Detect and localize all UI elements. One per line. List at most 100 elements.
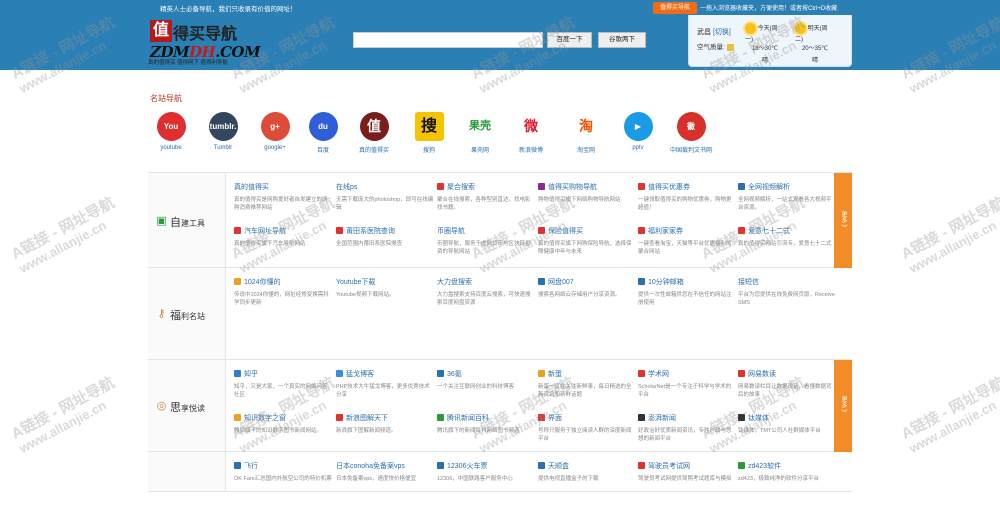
item-title-text[interactable]: 知乎 <box>244 371 258 378</box>
item-title[interactable]: 界面 <box>538 414 636 424</box>
item-title-text[interactable]: 值得买购物导航 <box>548 184 597 191</box>
item-title-text[interactable]: 钛媒体 <box>748 415 769 422</box>
item-title-text[interactable]: 飞行 <box>244 463 258 470</box>
category-item[interactable]: 值得买优惠券 一键领取值得买的购物优惠券，购物更超值！ <box>638 183 736 227</box>
nav-button[interactable]: 值得买导航 <box>653 2 697 14</box>
item-title-text[interactable]: 汽车网址导航 <box>244 228 286 235</box>
item-title-text[interactable]: 12306火车票 <box>447 463 487 470</box>
item-title-text[interactable]: 界面 <box>548 415 562 422</box>
site-link-4[interactable]: 值真的值得买 <box>351 112 397 154</box>
item-title-text[interactable]: 猛戈博客 <box>346 371 374 378</box>
item-title[interactable]: 全网视频解析 <box>738 183 836 193</box>
item-title-text[interactable]: 知识数字之窗 <box>244 415 286 422</box>
site-link-9[interactable]: ▶ pptv <box>615 112 661 151</box>
category-item[interactable]: 值得买购物导航 购物值得买旗下网络购物导航网站 <box>538 183 636 227</box>
item-title[interactable]: 36氪 <box>437 370 535 380</box>
item-title[interactable]: zd423软件 <box>738 462 836 472</box>
item-title[interactable]: 猛戈博客 <box>336 370 434 380</box>
item-title[interactable]: 币圈导航 <box>437 227 535 237</box>
item-title-text[interactable]: 澎湃新闻 <box>648 415 676 422</box>
item-title-text[interactable]: 真的值得买 <box>234 184 269 191</box>
item-title[interactable]: 汽车网址导航 <box>234 227 332 237</box>
category-item[interactable]: 学术网 ScholarNet是一个专注于科学与学术的平台 <box>638 370 736 414</box>
baidu-search-button[interactable]: 百度一下 <box>547 32 592 48</box>
item-title[interactable]: 知识数字之窗 <box>234 414 332 424</box>
category-item[interactable]: 12306火车票 12306，中国铁路客户服务中心 <box>437 462 535 506</box>
category-item[interactable]: 10分钟邮箱 提供一次性邮箱供您在不信任的网站注册使用 <box>638 278 736 322</box>
item-title-text[interactable]: 新蛋 <box>548 371 562 378</box>
site-link-3[interactable]: du 百度 <box>300 112 346 154</box>
category-item[interactable]: 币圈导航 币圈导航，服务于虚拟货币与区块链投资的导航网站 <box>437 227 535 271</box>
site-link-6[interactable]: 果壳 果壳网 <box>457 112 503 154</box>
category-item[interactable]: zd423软件 zd423，极致纯净的软件分享平台 <box>738 462 836 506</box>
item-title-text[interactable]: 腾讯新闻百科 <box>447 415 489 422</box>
item-title[interactable]: 新浪图解天下 <box>336 414 434 424</box>
item-title[interactable]: 新蛋 <box>538 370 636 380</box>
item-title[interactable]: 澎湃新闻 <box>638 414 736 424</box>
item-title[interactable]: 接短信 <box>738 278 836 288</box>
item-title-text[interactable]: 大力盘搜索 <box>437 279 472 286</box>
category-item[interactable]: 猛戈博客 PHP技术大牛猛戈博客，更多优秀技术分享 <box>336 370 434 414</box>
item-title-text[interactable]: 36氪 <box>447 371 462 378</box>
category-item[interactable]: 天顺盒 提供电视直播盒子的下载 <box>538 462 636 506</box>
item-title[interactable]: 腾讯新闻百科 <box>437 414 535 424</box>
item-title[interactable]: 值得买优惠券 <box>638 183 736 193</box>
item-title-text[interactable]: 日本conoha免备案vps <box>336 463 405 470</box>
site-logo[interactable]: 值 得买导航 ZDMDH.COM 真的值得买 值得网下 值得利导航 <box>148 18 261 66</box>
more-button[interactable]: 更多 》 <box>834 173 852 268</box>
item-title[interactable]: 驾驶员考试网 <box>638 462 736 472</box>
item-title[interactable]: 知乎 <box>234 370 332 380</box>
item-title[interactable]: 莆田系医院查询 <box>336 227 434 237</box>
category-item[interactable]: 全网视频解析 全网视频解析，一站式观看各大视频平台资源。 <box>738 183 836 227</box>
category-item[interactable]: 汽车网址导航 真的值得买旗下汽车导航网站 <box>234 227 332 271</box>
site-link-8[interactable]: 淘淘宝网 <box>563 112 609 154</box>
item-title-text[interactable]: 聚合搜索 <box>447 184 475 191</box>
item-title-text[interactable]: 在线ps <box>336 184 357 191</box>
category-item[interactable]: 爱意七十二式 真的值得买网站引流专，爱意七十二式 <box>738 227 836 271</box>
item-title[interactable]: 1024你懂的 <box>234 278 332 288</box>
category-item[interactable]: 驾驶员考试网 驾驶员考试网提供驾照考试题库与模拟 <box>638 462 736 506</box>
item-title[interactable]: 爱意七十二式 <box>738 227 836 237</box>
item-title[interactable]: 日本conoha免备案vps <box>336 462 434 472</box>
search-input[interactable] <box>353 32 543 48</box>
item-title-text[interactable]: 天顺盒 <box>548 463 569 470</box>
item-title[interactable]: 真的值得买 <box>234 183 332 193</box>
site-link-0[interactable]: You Tube youtube <box>148 112 194 151</box>
site-link-1[interactable]: tumblr. Tumblr <box>200 112 246 151</box>
item-title-text[interactable]: 10分钟邮箱 <box>648 279 684 286</box>
category-item[interactable]: 接短信 平台为您提供在线免费网页版，Receive SMS <box>738 278 836 322</box>
item-title[interactable]: 网易数读 <box>738 370 836 380</box>
item-title[interactable]: 在线ps <box>336 183 434 193</box>
item-title-text[interactable]: 全网视频解析 <box>748 184 790 191</box>
category-item[interactable]: 莆田系医院查询 全国范围内莆田系医院搜查 <box>336 227 434 271</box>
category-item[interactable]: 36氪 一个关注互联网创业的科技博客 <box>437 370 535 414</box>
site-link-7[interactable]: 微新浪微博 <box>508 112 554 154</box>
item-title-text[interactable]: 网盘007 <box>548 279 574 286</box>
item-title-text[interactable]: 值得买优惠券 <box>648 184 690 191</box>
item-title-text[interactable]: 币圈导航 <box>437 228 465 235</box>
item-title[interactable]: 保险值得买 <box>538 227 636 237</box>
category-item[interactable]: 聚合搜索 聚合在线搜索，各种型别直达，找电影找书籍。 <box>437 183 535 227</box>
category-item[interactable]: 大力盘搜索 大力盘搜索支持百度云搜索，可快速搜索百度网盘资源 <box>437 278 535 322</box>
category-item[interactable]: 真的值得买 真的值得买是网购爱好者自发建立的网购消费推荐网站 <box>234 183 332 227</box>
item-title[interactable]: Youtube下载 <box>336 278 434 288</box>
item-title-text[interactable]: 接短信 <box>738 279 759 286</box>
site-link-5[interactable]: 搜搜狗 <box>406 112 452 154</box>
item-title-text[interactable]: 新浪图解天下 <box>346 415 388 422</box>
item-title-text[interactable]: zd423软件 <box>748 463 781 470</box>
site-link-10[interactable]: 徽中国裁判文书网 <box>668 112 714 154</box>
item-title[interactable]: 网盘007 <box>538 278 636 288</box>
google-search-button[interactable]: 谷歌两下 <box>598 32 646 48</box>
category-item[interactable]: Youtube下载 Youtube视频下载网站。 <box>336 278 434 322</box>
item-title[interactable]: 12306火车票 <box>437 462 535 472</box>
category-item[interactable]: 保险值得买 真的值得买旗下网购保险导航，选择保障健康中年与未来 <box>538 227 636 271</box>
item-title-text[interactable]: 福利家家券 <box>648 228 683 235</box>
item-title-text[interactable]: 保险值得买 <box>548 228 583 235</box>
item-title[interactable]: 聚合搜索 <box>437 183 535 193</box>
item-title[interactable]: 天顺盒 <box>538 462 636 472</box>
item-title-text[interactable]: 学术网 <box>648 371 669 378</box>
item-title-text[interactable]: Youtube下载 <box>336 279 375 286</box>
category-item[interactable]: 飞行 OK Fare汇总国内外航空公司的特价机票 <box>234 462 332 506</box>
category-item[interactable]: 知乎 知乎，又是大家，一个真实的网络问答社区 <box>234 370 332 414</box>
site-link-2[interactable]: g+ google+ <box>252 112 298 151</box>
